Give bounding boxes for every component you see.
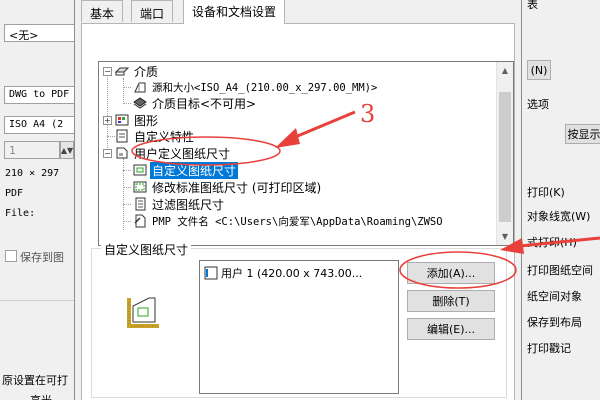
copies-spinner[interactable]: ▲▼ [60,141,74,159]
group-title: 自定义图纸尺寸 [101,241,192,258]
add-button[interactable]: 添加(A)... [407,262,495,284]
copies-input[interactable]: 1 [4,141,60,159]
pmp-file-icon [133,214,147,228]
tree-connector [123,221,131,222]
tree-node-source-size[interactable]: 源和大小<ISO_A4_(210.00_x_297.00_MM)> [133,79,379,95]
tree-node-pmp-filename[interactable]: PMP 文件名 <C:\Users\向爱军\AppData\Roaming\ZW… [133,213,445,229]
tree-node-custom-properties[interactable]: 自定义特性 [115,128,196,144]
paper-size-combo[interactable]: ISO A4 (2 [4,116,76,134]
custom-paper-size-icon [133,163,147,177]
delete-button[interactable]: 删除(T) [407,290,495,312]
tree-node-custom-paper-size[interactable]: 自定义图纸尺寸 [133,161,239,179]
custom-properties-icon [115,129,129,143]
bottom-left-text: 原设置在可打 [2,374,68,387]
tree-connector [123,103,131,104]
filter-paper-size-icon [133,197,147,211]
divider [0,300,74,301]
media-icon [114,64,130,78]
top-right-fragment: 表 [527,0,538,11]
right-item[interactable]: 保存到布局 [527,314,582,330]
collapse-icon[interactable]: − [103,67,112,76]
graphics-icon [115,113,129,127]
tab-ports[interactable]: 端口 [131,0,174,22]
save-to-file-label: 保存到图 [20,251,64,264]
modify-paper-size-icon [133,180,147,194]
collapse-icon[interactable]: − [103,149,112,158]
paper-preview-icon [125,296,165,335]
tree-scrollbar[interactable]: ▲ ▼ [496,62,513,245]
right-show-button[interactable]: 按显示 [565,124,600,144]
expand-icon[interactable]: + [103,116,112,125]
right-item[interactable]: 打印(K) [527,184,565,200]
tree-connector [123,158,124,230]
list-item[interactable]: 用户 1 (420.00 x 743.00... [204,265,362,281]
right-options-label: 选项 [527,98,549,111]
media-destination-icon [133,96,147,110]
tree-connector [107,136,115,137]
scroll-down-icon[interactable]: ▼ [497,228,513,245]
tree-node-media[interactable]: 介质 [114,63,160,79]
right-item[interactable]: 式打印(H) [527,234,577,250]
save-to-file-checkbox[interactable] [5,250,17,262]
right-n-button[interactable]: (N) [527,60,551,80]
tree-node-media-destination[interactable]: 介质目标<不可用> [133,95,258,111]
right-item[interactable]: 打印戳记 [527,340,571,356]
right-item[interactable]: 纸空间对象 [527,288,582,304]
file-label: File: [5,208,36,219]
scrollbar-thumb[interactable] [499,92,511,222]
right-item[interactable]: 对象线宽(W) [527,208,590,224]
pdf-label: PDF [5,188,24,199]
tree-connector [123,87,131,88]
tab-basic[interactable]: 基本 [81,0,124,22]
right-item[interactable]: 打印图纸空间 [527,262,593,278]
tree-connector [107,70,108,158]
scroll-up-icon[interactable]: ▲ [497,62,513,79]
paper-combo[interactable]: <无> [4,24,76,42]
tree-node-filter-paper-sizes[interactable]: 过滤图纸尺寸 [133,196,226,212]
paper-source-icon [133,80,147,94]
size-info: 210 × 297 [5,168,60,179]
tree-connector [123,78,124,102]
tree-node-modify-standard-size[interactable]: 修改标准图纸尺寸 (可打印区域) [133,179,323,195]
tree-connector [123,170,131,171]
tab-device-document-settings[interactable]: 设备和文档设置 [183,0,286,24]
bottom-left-fragment: 高光 [30,392,52,400]
edit-button[interactable]: 编辑(E)... [407,318,495,340]
settings-tree[interactable]: − 介质 源和大小<ISO_A4_(210.00_x_297.00_MM)> 介… [98,61,514,246]
user-paper-sizes-icon [115,146,129,160]
tree-node-graphics[interactable]: 图形 [115,112,160,128]
tree-connector [123,204,131,205]
printer-combo[interactable]: DWG to PDF [4,86,76,104]
paper-size-item-icon [204,266,218,280]
plotter-config-dialog: 基本 端口 设备和文档设置 − 介质 源和大小<ISO_A4_(210.00_x… [74,0,522,400]
paper-size-list[interactable]: 用户 1 (420.00 x 743.00... [199,260,399,394]
tree-connector [123,187,131,188]
tree-node-user-defined-paper-sizes[interactable]: 用户定义图纸尺寸 [115,145,232,161]
